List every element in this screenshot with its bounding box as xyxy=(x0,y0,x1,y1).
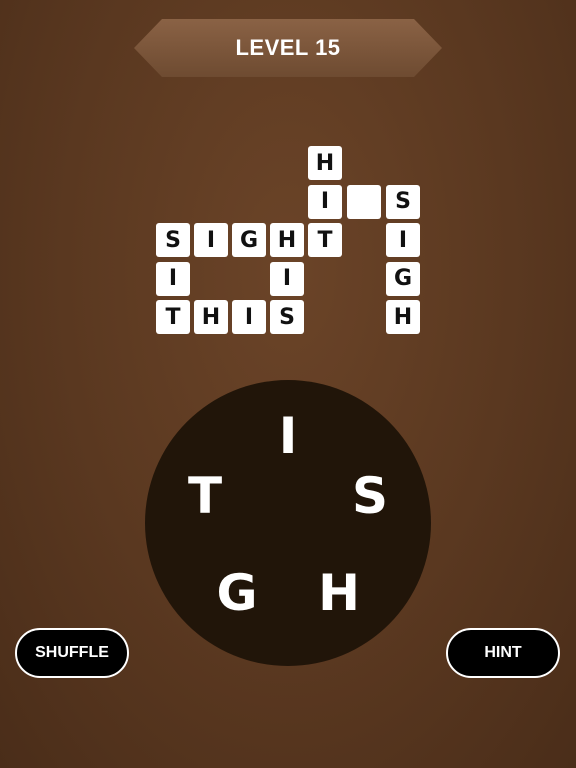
wheel-letter-h[interactable]: H xyxy=(309,563,369,623)
grid-tile: I xyxy=(194,223,228,257)
grid-tile: G xyxy=(386,261,420,296)
grid-tile: H xyxy=(386,300,420,334)
grid-tile: I xyxy=(270,261,304,296)
wheel-letter-g[interactable]: G xyxy=(207,563,267,623)
grid-tile: I xyxy=(232,300,266,334)
wheel-letter-t[interactable]: T xyxy=(175,466,235,526)
grid-tile: I xyxy=(308,184,342,219)
grid-tile: T xyxy=(156,300,190,334)
wheel-letter-i[interactable]: I xyxy=(258,406,318,466)
grid-tile: T xyxy=(308,223,342,257)
grid-tile: S xyxy=(270,300,304,334)
grid-tile: S xyxy=(156,223,190,257)
grid-tile: H xyxy=(194,300,228,334)
hint-button[interactable]: HINT xyxy=(446,628,560,678)
grid-tile: I xyxy=(386,223,420,257)
grid-tile: H xyxy=(270,223,304,257)
grid-tile: G xyxy=(232,223,266,257)
grid-tile xyxy=(347,184,381,219)
grid-tile: S xyxy=(386,184,420,219)
grid-tile: I xyxy=(156,261,190,296)
shuffle-button[interactable]: SHUFFLE xyxy=(15,628,129,678)
letter-wheel[interactable]: I S H G T xyxy=(145,380,431,666)
wheel-letter-s[interactable]: S xyxy=(340,466,400,526)
grid-tile: H xyxy=(308,146,342,180)
